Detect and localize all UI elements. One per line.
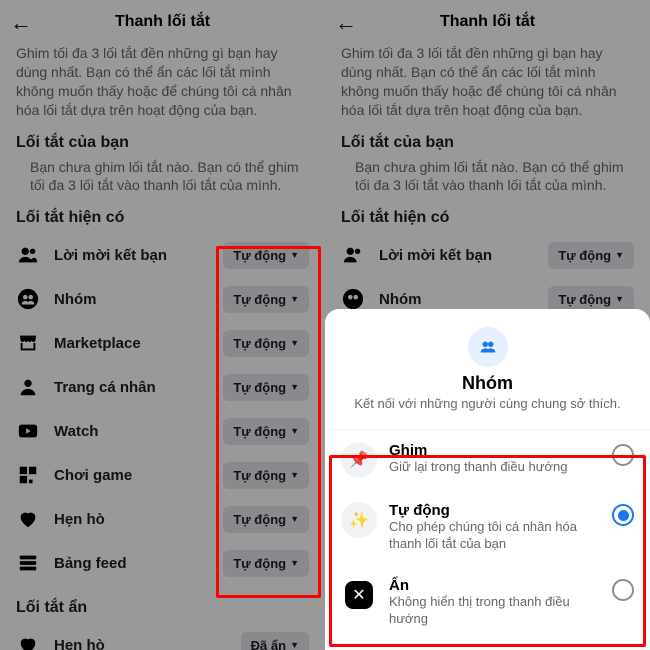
shortcut-dropdown[interactable]: Đã ẩn▼ [241,632,309,650]
dating-icon [16,507,40,531]
option-title: Tự động [389,502,600,519]
your-shortcuts-heading: Lối tắt của bạn [16,134,309,152]
sheet-subtitle: Kết nối với những người cùng chung sở th… [345,396,630,411]
hidden-shortcuts-heading: Lối tắt ẩn [16,599,309,617]
gaming-icon [16,463,40,487]
shortcut-dropdown[interactable]: Tự động▼ [223,286,309,313]
shortcut-row: Hẹn hò Đã ẩn▼ [16,623,309,650]
option-desc: Không hiển thị trong thanh điều hướng [389,594,600,628]
pin-icon: 📌 [341,442,377,478]
option-desc: Giữ lại trong thanh điều hướng [389,459,600,476]
option-hide[interactable]: ✕ Ẩn Không hiển thị trong thanh điều hướ… [325,565,650,640]
option-title: Ẩn [389,577,600,594]
shortcut-label: Bảng feed [54,555,223,572]
marketplace-icon [16,331,40,355]
shortcut-label: Lời mời kết bạn [54,247,223,264]
sheet-title: Nhóm [345,373,630,394]
shortcut-dropdown[interactable]: Tự động▼ [223,550,309,577]
option-pin[interactable]: 📌 Ghim Giữ lại trong thanh điều hướng [325,430,650,490]
shortcut-dropdown[interactable]: Tự động▼ [223,374,309,401]
your-shortcuts-empty: Bạn chưa ghim lối tắt nào. Bạn có thể gh… [30,158,309,196]
radio-unselected[interactable] [612,579,634,601]
shortcut-row: Hẹn hò Tự động▼ [16,497,309,541]
shortcut-label: Hẹn hò [54,511,223,528]
shortcut-dropdown[interactable]: Tự động▼ [223,418,309,445]
shortcut-row: Lời mời kết bạn Tự động▼ [16,233,309,277]
chevron-down-icon: ▼ [290,294,299,304]
chevron-down-icon: ▼ [290,640,299,650]
shortcut-dropdown[interactable]: Tự động▼ [223,330,309,357]
back-icon[interactable]: ← [10,10,32,36]
option-desc: Cho phép chúng tôi cá nhân hóa thanh lối… [389,519,600,553]
shortcut-row: Watch Tự động▼ [16,409,309,453]
chevron-down-icon: ▼ [290,426,299,436]
chevron-down-icon: ▼ [290,338,299,348]
shortcut-label: Chơi game [54,467,223,484]
option-title: Ghim [389,442,600,459]
shortcut-label: Trang cá nhân [54,379,223,396]
page-title: Thanh lối tắt [115,13,210,31]
wand-icon: ✨ [341,502,377,538]
shortcut-row: Trang cá nhân Tự động▼ [16,365,309,409]
action-sheet: Nhóm Kết nối với những người cùng chung … [325,309,650,650]
groups-icon [16,287,40,311]
shortcut-dropdown[interactable]: Tự động▼ [223,462,309,489]
watch-icon [16,419,40,443]
option-auto[interactable]: ✨ Tự động Cho phép chúng tôi cá nhân hóa… [325,490,650,565]
shortcut-row: Chơi game Tự động▼ [16,453,309,497]
radio-unselected[interactable] [612,444,634,466]
profile-icon [16,375,40,399]
dating-icon [16,633,40,650]
sheet-groups-icon [468,327,508,367]
chevron-down-icon: ▼ [290,470,299,480]
shortcut-row: Marketplace Tự động▼ [16,321,309,365]
chevron-down-icon: ▼ [290,250,299,260]
shortcut-row: Nhóm Tự động▼ [16,277,309,321]
shortcut-dropdown[interactable]: Tự động▼ [223,242,309,269]
shortcut-label: Marketplace [54,335,223,352]
chevron-down-icon: ▼ [290,514,299,524]
shortcut-label: Nhóm [54,291,223,308]
chevron-down-icon: ▼ [290,382,299,392]
shortcut-label: Watch [54,423,223,440]
feeds-icon [16,551,40,575]
chevron-down-icon: ▼ [290,558,299,568]
hide-icon: ✕ [345,581,373,609]
shortcut-label: Hẹn hò [54,637,241,650]
friend-requests-icon [16,243,40,267]
shortcut-row: Bảng feed Tự động▼ [16,541,309,585]
current-shortcuts-heading: Lối tắt hiện có [16,209,309,227]
shortcut-dropdown[interactable]: Tự động▼ [223,506,309,533]
radio-selected[interactable] [612,504,634,526]
intro-text: Ghim tối đa 3 lối tắt đền những gì bạn h… [16,44,309,120]
